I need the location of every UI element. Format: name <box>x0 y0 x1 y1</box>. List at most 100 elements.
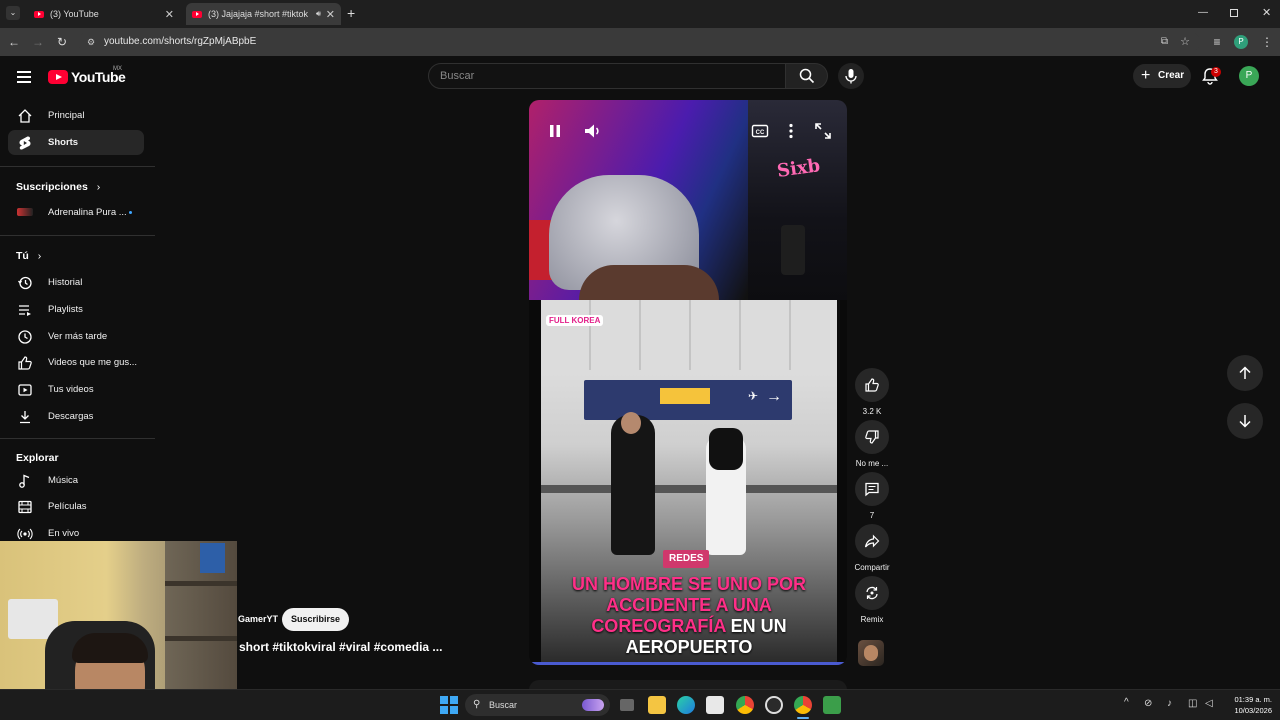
search-input[interactable]: Buscar <box>428 63 786 89</box>
sidebar-item-label: Principal <box>48 110 85 121</box>
profile-avatar[interactable]: P <box>1234 35 1248 49</box>
remix-button[interactable] <box>855 576 889 610</box>
previous-short-button[interactable] <box>1227 355 1263 391</box>
subscribe-button[interactable]: Suscribirse <box>282 608 349 631</box>
clip-headline: UN HOMBRE SE UNIO POR ACCIDENTE A UNA CO… <box>541 574 837 658</box>
dislike-action[interactable]: No me ... <box>852 420 892 468</box>
reload-icon[interactable]: ↻ <box>53 33 71 51</box>
spreadsheet-icon[interactable] <box>823 696 841 714</box>
next-short-button[interactable] <box>1227 403 1263 439</box>
close-window-icon[interactable]: ✕ <box>1262 6 1271 19</box>
country-code: MX <box>113 66 122 72</box>
film-icon <box>18 500 32 514</box>
forward-icon[interactable]: → <box>29 33 47 51</box>
sidebar-item-descargas[interactable]: Descargas <box>8 404 144 429</box>
browser-tab-youtube[interactable]: (3) YouTube ✕ <box>28 3 180 25</box>
man-in-suit <box>611 415 655 555</box>
edge-icon[interactable] <box>677 696 695 714</box>
like-button[interactable] <box>855 368 889 402</box>
chrome-icon[interactable] <box>736 696 754 714</box>
sidebar-item-ver-mas-tarde[interactable]: Ver más tarde <box>8 324 144 349</box>
close-tab-icon[interactable]: ✕ <box>165 8 174 21</box>
you-heading[interactable]: Tú › <box>16 250 41 262</box>
steam-icon[interactable] <box>765 696 783 714</box>
sidebar-item-subscription[interactable]: Adrenalina Pura ... <box>8 200 144 225</box>
plane-icon: ✈ <box>747 389 758 403</box>
sidebar-item-historial[interactable]: Historial <box>8 270 144 295</box>
sidebar-item-label: Tus videos <box>48 384 94 395</box>
redes-badge: REDES <box>663 550 710 568</box>
menu-icon[interactable] <box>17 71 31 83</box>
remix-icon <box>866 586 878 600</box>
remix-label: Remix <box>860 615 884 624</box>
browser-tab-short[interactable]: (3) Jajajaja #short #tiktokvi 🔊︎ ✕ <box>186 3 341 25</box>
fullscreen-icon[interactable] <box>812 120 834 142</box>
thumbs-up-icon <box>865 378 879 392</box>
store-icon[interactable] <box>706 696 724 714</box>
sound-channel-thumbnail[interactable] <box>858 640 884 666</box>
shorts-icon <box>19 136 31 150</box>
thumbs-up-icon <box>18 356 32 370</box>
bookmark-star-icon[interactable]: ☆ <box>1180 32 1190 52</box>
dislike-button[interactable] <box>855 420 889 454</box>
windows-start-icon[interactable] <box>440 696 458 714</box>
search-button[interactable] <box>786 63 828 89</box>
voice-search-button[interactable] <box>838 63 864 89</box>
tray-icon[interactable]: ⊘ <box>1144 698 1152 709</box>
subscriptions-heading[interactable]: Suscripciones › <box>16 181 100 193</box>
chevron-up-icon[interactable]: ^ <box>1124 697 1129 708</box>
shorts-player[interactable]: Sixb → ✈ FULL KOREA REDES UN HOMBRE SE U… <box>529 100 847 665</box>
chrome-active-icon[interactable] <box>794 696 812 714</box>
clock[interactable]: 01:39 a. m. 10/03/2026 <box>1222 694 1272 716</box>
task-view-icon[interactable] <box>620 699 634 711</box>
address-field[interactable]: ⚙ youtube.com/shorts/rgZpMjABpbE ⧉ ☆ <box>78 32 1200 52</box>
comments-action[interactable]: 7 <box>852 472 892 520</box>
reading-list-icon[interactable]: ≡ <box>1208 33 1226 51</box>
share-label: Compartir <box>854 563 890 572</box>
sidebar-item-label: Shorts <box>48 137 79 148</box>
sidebar-item-tus-videos[interactable]: Tus videos <box>8 377 144 402</box>
arrow-right-icon: → <box>766 388 782 405</box>
tab-list-chevron-icon[interactable]: ⌄ <box>6 6 20 20</box>
like-action[interactable]: 3.2 K <box>852 368 892 416</box>
sidebar-item-shorts[interactable]: Shorts <box>8 130 144 155</box>
comments-button[interactable] <box>855 472 889 506</box>
sidebar-item-musica[interactable]: Música <box>8 468 144 493</box>
ceiling-panels <box>541 300 837 370</box>
account-avatar[interactable]: P <box>1239 66 1259 86</box>
close-tab-icon[interactable]: ✕ <box>326 8 335 21</box>
more-options-icon[interactable] <box>780 120 802 142</box>
video-progress-bar[interactable] <box>529 662 847 665</box>
sidebar-item-playlists[interactable]: Playlists <box>8 297 144 322</box>
taskbar-search[interactable]: ⚲ Buscar <box>465 694 610 716</box>
captions-icon[interactable]: CC <box>749 120 771 142</box>
create-button[interactable]: + Crear <box>1133 64 1191 88</box>
channel-name[interactable]: GamerYT <box>238 614 278 624</box>
file-explorer-icon[interactable] <box>648 696 666 714</box>
sidebar-item-peliculas[interactable]: Películas <box>8 494 144 519</box>
playlists-icon <box>19 305 31 316</box>
site-info-icon[interactable]: ⚙ <box>87 32 95 52</box>
sidebar-item-label: Descargas <box>48 411 94 422</box>
back-icon[interactable]: ← <box>5 33 23 51</box>
wifi-icon[interactable]: ◫ <box>1188 698 1197 709</box>
transfer-sign <box>660 388 710 404</box>
remix-action[interactable]: Remix <box>852 576 892 624</box>
share-button[interactable] <box>855 524 889 558</box>
install-app-icon[interactable]: ⧉ <box>1161 32 1168 52</box>
home-icon <box>18 109 32 123</box>
sidebar-item-liked-videos[interactable]: Videos que me gus... <box>8 350 144 375</box>
pause-icon[interactable] <box>544 120 566 142</box>
browser-menu-icon[interactable]: ⋮ <box>1258 33 1276 51</box>
sidebar-item-principal[interactable]: Principal <box>8 103 144 128</box>
microphone-tray-icon[interactable]: ♪ <box>1167 698 1172 709</box>
maximize-icon[interactable] <box>1230 9 1238 17</box>
share-action[interactable]: Compartir <box>852 524 892 572</box>
short-title[interactable]: short #tiktokviral #viral #comedia ... <box>239 640 442 654</box>
sidebar-divider <box>0 166 155 167</box>
new-tab-icon[interactable]: + <box>347 5 355 21</box>
volume-icon[interactable] <box>581 120 603 142</box>
speaker-icon[interactable]: 🔊︎ <box>316 9 321 19</box>
volume-tray-icon[interactable]: ◁ <box>1205 698 1213 709</box>
minimize-icon[interactable]: — <box>1198 7 1208 18</box>
